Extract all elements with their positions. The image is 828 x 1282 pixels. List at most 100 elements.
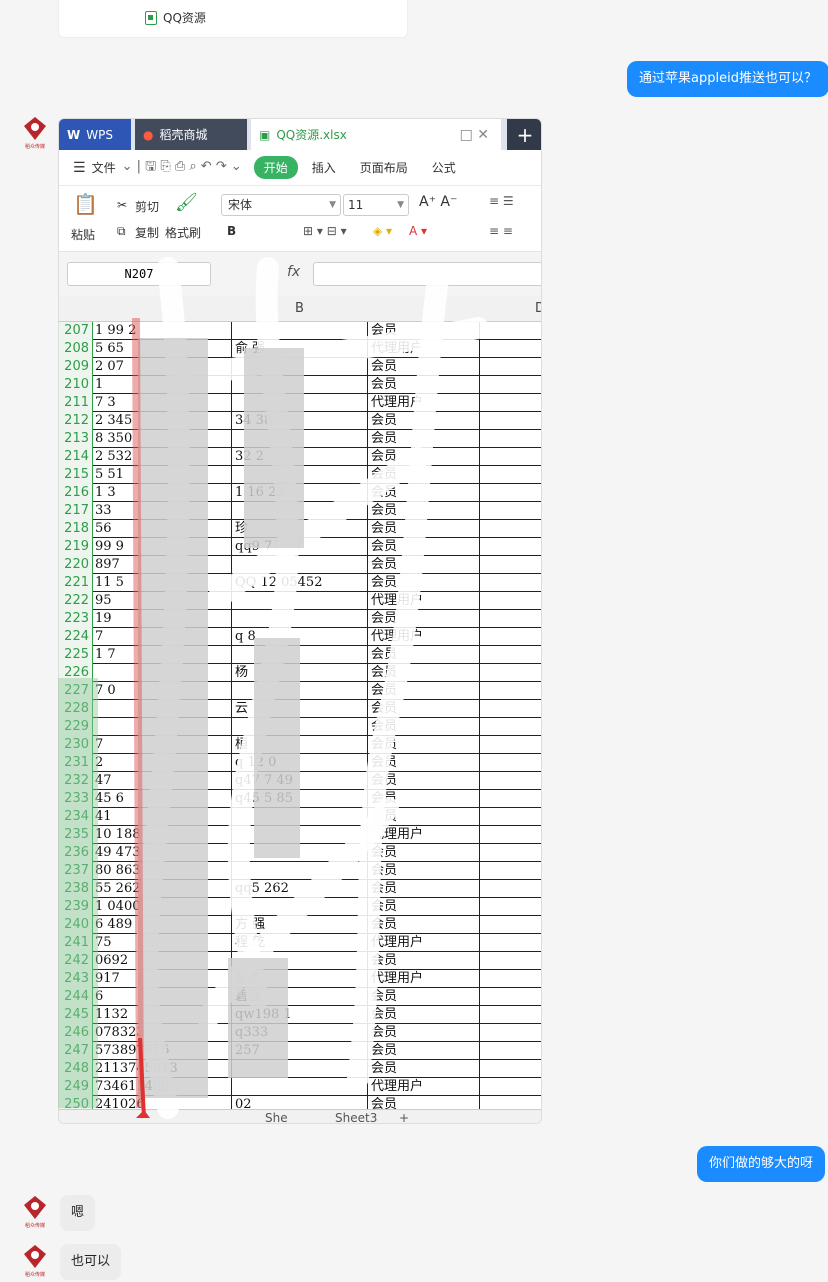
table-row[interactable]: 226 杨会员 [59,664,541,682]
cell-c[interactable]: 会员 [371,1024,479,1042]
row-number[interactable]: 247 [59,1042,93,1060]
message-bubble-incoming[interactable]: 也可以 [60,1244,122,1280]
table-row[interactable]: 210 1 会员 [59,376,541,394]
table-row[interactable]: 246 078323 q333 会员 [59,1024,541,1042]
tab-sheet3[interactable]: Sheet3 [335,1111,377,1123]
table-row[interactable]: 247 573897816 257 会员 [59,1042,541,1060]
cell-b[interactable]: 程 乾 [235,934,367,952]
table-row[interactable]: 233 45 6 q45 5 85 会员 [59,790,541,808]
row-number[interactable]: 217 [59,502,93,520]
cell-a[interactable]: 1 3 [95,484,231,502]
cell-c[interactable]: 代理用户 [371,394,479,412]
row-number[interactable]: 236 [59,844,93,862]
cell-a[interactable]: 2 [95,754,231,772]
cell-c[interactable]: 会员 [371,484,479,502]
cell-a[interactable]: 11 5 [95,574,231,592]
cell-a[interactable]: 75 [95,934,231,952]
table-row[interactable]: 240 6 489 方 强会员 [59,916,541,934]
cell-c[interactable]: 会员 [371,700,479,718]
cell-a[interactable]: 10 188 [95,826,231,844]
table-row[interactable]: 218 56 珍会员 [59,520,541,538]
table-row[interactable]: 225 1 7 会员 [59,646,541,664]
cell-c[interactable]: 会员 [371,502,479,520]
table-row[interactable]: 245 1132 qw198 1 会员 [59,1006,541,1024]
menu-file[interactable]: 文件 [92,159,116,176]
cell-b[interactable]: 方 强 [235,916,367,934]
row-number[interactable]: 239 [59,898,93,916]
table-row[interactable]: 217 33 会员 [59,502,541,520]
shared-screenshot-image[interactable]: W WPS ● 稻壳商城 ▣ QQ资源.xlsx □ ✕ + ☰ 文件 ⌄ | … [58,118,542,1124]
row-number[interactable]: 228 [59,700,93,718]
cell-b[interactable]: qq9 744 9 [235,538,367,556]
cell-c[interactable]: 会员 [371,916,479,934]
cell-c[interactable]: 会员 [371,574,479,592]
cell-c[interactable]: 会员 [371,952,479,970]
table-row[interactable]: 216 1 3 1 16 22 会员 [59,484,541,502]
font-family-select[interactable]: 宋体 ▼ [221,194,341,216]
cell-b[interactable]: 碧强 [235,988,367,1006]
row-number[interactable]: 246 [59,1024,93,1042]
table-row[interactable]: 234 41 会员 [59,808,541,826]
table-row[interactable]: 231 2q 12 0 会员 [59,754,541,772]
cell-a[interactable]: 734611406 [95,1078,231,1096]
cell-a[interactable]: 7 [95,628,231,646]
cell-c[interactable]: 代理用户 [371,592,479,610]
table-row[interactable]: 223 19 会员 [59,610,541,628]
copy-button[interactable]: 复制 [135,224,159,241]
cell-c[interactable]: 代理用户 [371,934,479,952]
row-number[interactable]: 221 [59,574,93,592]
fx-icon[interactable]: fx [287,264,300,280]
cell-c[interactable]: 会员 [371,790,479,808]
cell-a[interactable]: 1 99 2 [95,322,231,340]
cell-a[interactable]: 55 262 [95,880,231,898]
cell-b[interactable]: 云 [235,700,367,718]
row-number[interactable]: 227 [59,682,93,700]
font-grow-icon[interactable]: A⁺ A⁻ [419,194,457,210]
table-row[interactable]: 220 897 会员 [59,556,541,574]
cell-a[interactable]: 897 [95,556,231,574]
row-number[interactable]: 231 [59,754,93,772]
cell-b[interactable]: 34 38 [235,412,367,430]
table-row[interactable]: 211 7 3 代理用户 [59,394,541,412]
add-sheet-button[interactable]: + [399,1111,409,1123]
cell-b[interactable]: 智杰 [235,970,367,988]
cell-c[interactable]: 会员 [371,1042,479,1060]
row-number[interactable]: 216 [59,484,93,502]
cell-a[interactable]: 7 3 [95,394,231,412]
cell-c[interactable]: 会员 [371,682,479,700]
row-number[interactable]: 242 [59,952,93,970]
table-row[interactable]: 243 917 智杰 代理用户 [59,970,541,988]
cell-a[interactable]: 7 [95,736,231,754]
cell-c[interactable]: 会员 [371,988,479,1006]
row-number[interactable]: 245 [59,1006,93,1024]
cell-c[interactable]: 会员 [371,736,479,754]
cell-a[interactable]: 7 0 [95,682,231,700]
cell-c[interactable]: 代理用户 [371,628,479,646]
row-number[interactable]: 248 [59,1060,93,1078]
cell-a[interactable]: 95 [95,592,231,610]
row-number[interactable]: 233 [59,790,93,808]
row-number[interactable]: 212 [59,412,93,430]
cell-a[interactable]: 19 [95,610,231,628]
cell-a[interactable]: 5 65 [95,340,231,358]
cell-a[interactable]: 80 863 [95,862,231,880]
table-row[interactable]: 239 1 0400 会员 [59,898,541,916]
column-header-b[interactable]: B [295,301,304,316]
cell-a[interactable]: 56 [95,520,231,538]
row-number[interactable]: 226 [59,664,93,682]
row-number[interactable]: 237 [59,862,93,880]
cell-a[interactable]: 0692 [95,952,231,970]
row-number[interactable]: 241 [59,934,93,952]
table-row[interactable]: 229 会员 [59,718,541,736]
row-number[interactable]: 224 [59,628,93,646]
cell-c[interactable]: 会员 [371,520,479,538]
cell-a[interactable]: 1132 [95,1006,231,1024]
cell-c[interactable]: 会员 [371,754,479,772]
row-number[interactable]: 230 [59,736,93,754]
cell-a[interactable]: 917 [95,970,231,988]
table-row[interactable]: 248 2113745013 会员 [59,1060,541,1078]
table-row[interactable]: 241 75 程 乾代理用户 [59,934,541,952]
align-icons-row2[interactable]: ≡ ≡ [489,224,513,238]
cell-b[interactable]: 32 2 [235,448,367,466]
cell-a[interactable]: 1 [95,376,231,394]
